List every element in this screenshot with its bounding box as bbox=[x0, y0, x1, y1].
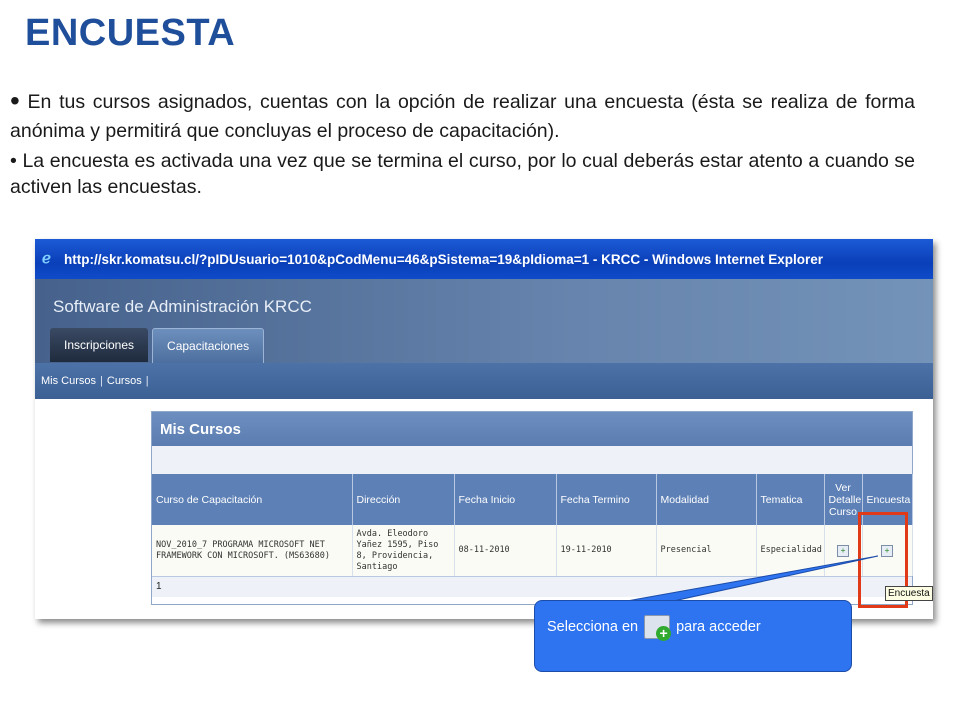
tab-capacitaciones[interactable]: Capacitaciones bbox=[152, 328, 265, 363]
app-tabs: Inscripciones Capacitaciones bbox=[50, 328, 268, 363]
app-header: Software de Administración KRCC Inscripc… bbox=[35, 279, 933, 363]
bullet-item-1: • En tus cursos asignados, cuentas con l… bbox=[10, 86, 915, 146]
cell-curso: NOV_2010_7 PROGRAMA MICROSOFT NET FRAMEW… bbox=[152, 525, 353, 576]
slide-title: ENCUESTA bbox=[25, 12, 236, 54]
column-header: Dirección bbox=[352, 474, 455, 525]
callout-text: Selecciona en + para acceder bbox=[547, 615, 761, 641]
table-row: NOV_2010_7 PROGRAMA MICROSOFT NET FRAMEW… bbox=[152, 525, 913, 576]
plus-icon: + bbox=[656, 626, 672, 641]
cell-fecha-inicio: 08-11-2010 bbox=[454, 525, 557, 576]
callout-text-after: para acceder bbox=[676, 619, 761, 635]
app-name: Software de Administración KRCC bbox=[53, 297, 312, 316]
bullet-list: • En tus cursos asignados, cuentas con l… bbox=[10, 86, 915, 200]
instruction-callout: Selecciona en + para acceder bbox=[534, 600, 852, 672]
bullet-text-2: La encuesta es activada una vez que se t… bbox=[10, 150, 916, 198]
subnav: Mis Cursos | Cursos | bbox=[35, 363, 933, 399]
column-header: Ver Detalle Curso bbox=[824, 474, 863, 525]
browser-titlebar: ℯ http://skr.komatsu.cl/?pIDUsuario=1010… bbox=[35, 239, 933, 279]
internet-explorer-icon: ℯ bbox=[42, 250, 51, 267]
panel-filter-area bbox=[152, 446, 912, 474]
column-header: Curso de Capacitación bbox=[152, 474, 353, 525]
panel-title: Mis Cursos bbox=[152, 412, 912, 446]
subnav-cursos[interactable]: Cursos bbox=[103, 375, 146, 387]
view-detail-icon[interactable]: + bbox=[837, 544, 849, 557]
column-header: Modalidad bbox=[656, 474, 757, 525]
column-header: Fecha Termino bbox=[556, 474, 657, 525]
cell-tematica: Especialidad bbox=[756, 525, 825, 576]
bullet-item-2: • La encuesta es activada una vez que se… bbox=[10, 148, 915, 200]
subnav-separator: | bbox=[145, 375, 149, 387]
mis-cursos-panel: Mis Cursos Curso de Capacitación Direcci… bbox=[151, 411, 913, 605]
encuesta-tooltip: Encuesta bbox=[885, 586, 933, 601]
bullet-symbol: • bbox=[10, 85, 20, 116]
column-header: Fecha Inicio bbox=[454, 474, 557, 525]
cell-direccion: Avda. Eleodoro Yañez 1595, Piso 8, Provi… bbox=[352, 525, 455, 576]
cell-modalidad: Presencial bbox=[656, 525, 757, 576]
survey-add-icon: + bbox=[644, 615, 672, 641]
callout-text-before: Selecciona en bbox=[547, 619, 639, 635]
table-header-row: Curso de Capacitación Dirección Fecha In… bbox=[152, 474, 913, 525]
bullet-text-1: En tus cursos asignados, cuentas con la … bbox=[10, 91, 915, 142]
browser-screenshot: ℯ http://skr.komatsu.cl/?pIDUsuario=1010… bbox=[35, 239, 933, 619]
bullet-symbol: • bbox=[10, 150, 17, 172]
window-title: http://skr.komatsu.cl/?pIDUsuario=1010&p… bbox=[64, 251, 824, 267]
cell-ver-detalle: + bbox=[824, 525, 863, 576]
pager[interactable]: 1 bbox=[152, 576, 912, 597]
courses-table: Curso de Capacitación Dirección Fecha In… bbox=[152, 474, 913, 576]
column-header: Tematica bbox=[756, 474, 825, 525]
tab-inscripciones[interactable]: Inscripciones bbox=[50, 328, 149, 362]
cell-fecha-termino: 19-11-2010 bbox=[556, 525, 657, 576]
subnav-mis-cursos[interactable]: Mis Cursos bbox=[37, 375, 100, 387]
